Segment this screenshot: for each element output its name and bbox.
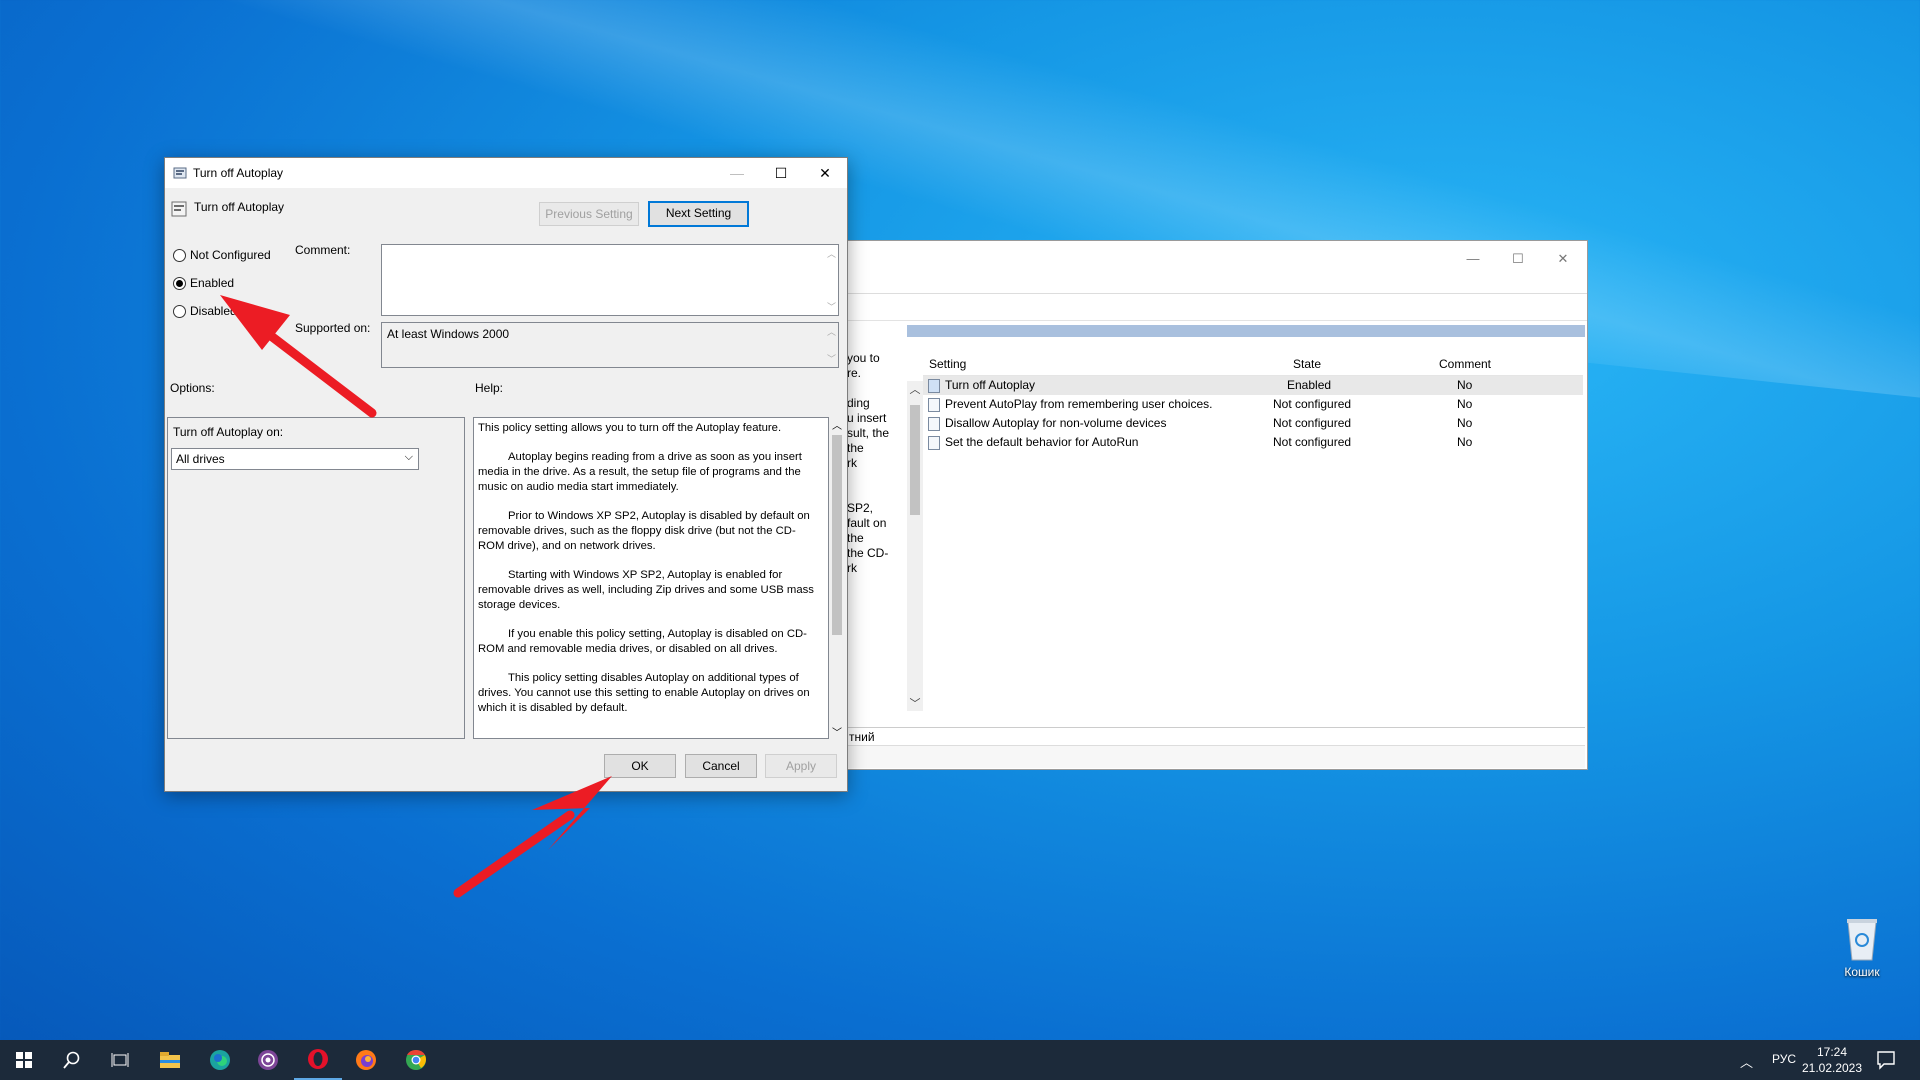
taskbar: ︿ РУС 17:24 21.02.2023 bbox=[0, 1040, 1920, 1080]
recycle-bin-icon bbox=[1847, 919, 1877, 961]
windows-start-icon[interactable] bbox=[0, 1040, 48, 1080]
recycle-bin-label: Кошик bbox=[1844, 965, 1880, 979]
language-indicator[interactable]: РУС bbox=[1772, 1052, 1796, 1066]
tor-browser-icon[interactable] bbox=[244, 1040, 292, 1080]
chrome-browser-icon[interactable] bbox=[392, 1040, 440, 1080]
firefox-browser-icon[interactable] bbox=[342, 1040, 390, 1080]
annotation-arrows bbox=[220, 295, 612, 898]
clock-time: 17:24 bbox=[1816, 1045, 1848, 1059]
tray-overflow-icon[interactable]: ︿ bbox=[1740, 1052, 1753, 1071]
clock[interactable]: 17:24 21.02.2023 bbox=[1800, 1044, 1864, 1076]
clock-date: 21.02.2023 bbox=[1801, 1061, 1863, 1075]
edge-browser-icon[interactable] bbox=[196, 1040, 244, 1080]
file-explorer-icon[interactable] bbox=[146, 1040, 194, 1080]
task-view-icon[interactable] bbox=[96, 1040, 144, 1080]
recycle-bin[interactable]: Кошик bbox=[1830, 916, 1894, 979]
arrow-to-enabled bbox=[220, 295, 377, 418]
search-icon[interactable] bbox=[48, 1040, 96, 1080]
arrow-to-ok bbox=[453, 776, 612, 898]
opera-browser-icon[interactable] bbox=[294, 1040, 342, 1080]
notification-center-icon[interactable] bbox=[1876, 1050, 1896, 1073]
